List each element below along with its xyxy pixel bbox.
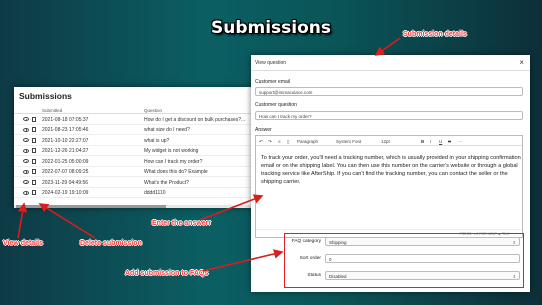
arrow-submission-details bbox=[374, 37, 401, 56]
arrow-delete-submission bbox=[38, 203, 96, 239]
arrow-enter-answer bbox=[199, 194, 264, 221]
callout-arrows bbox=[17, 37, 401, 272]
arrow-add-to-faqs bbox=[202, 249, 284, 272]
arrow-view-details bbox=[17, 202, 28, 239]
